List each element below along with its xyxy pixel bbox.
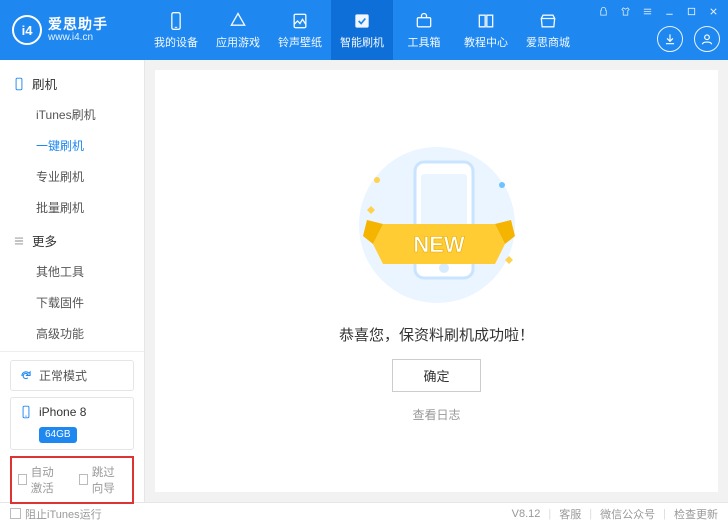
nav-label: 工具箱 [408,34,441,50]
sidebar: 刷机 iTunes刷机 一键刷机 专业刷机 批量刷机 更多 其他工具 下载固件 … [0,60,145,502]
checkbox-label: 阻止iTunes运行 [25,506,102,522]
phone-icon [166,11,186,31]
nav-label: 智能刷机 [340,34,384,50]
wechat-link[interactable]: 微信公众号 [600,506,655,522]
ok-button[interactable]: 确定 [392,359,480,392]
view-log-link[interactable]: 查看日志 [412,406,460,423]
close-icon[interactable] [706,4,720,18]
brand-logo-icon: i4 [12,15,42,45]
wallpaper-icon [290,11,310,31]
svg-text:NEW: NEW [413,232,465,257]
checkbox-skip-guide[interactable]: 跳过向导 [79,464,126,496]
result-panel: NEW 恭喜您，保资料刷机成功啦！ 确定 查看日志 [155,70,718,492]
device-name: iPhone 8 [39,404,86,421]
top-right [596,0,720,60]
nav-apps[interactable]: 应用游戏 [207,0,269,60]
top-nav: 我的设备 应用游戏 铃声壁纸 智能刷机 工具箱 教程中心 爱思商城 [145,0,579,60]
sidebar-item-advanced[interactable]: 高级功能 [0,318,144,349]
menu-icon[interactable] [640,4,654,18]
shop-icon [538,11,558,31]
nav-toolbox[interactable]: 工具箱 [393,0,455,60]
support-link[interactable]: 客服 [559,506,581,522]
device-phone-icon [19,405,33,419]
version-label: V8.12 [512,508,541,520]
brand-title: 爱思助手 [48,17,108,32]
device-block[interactable]: iPhone 8 64GB [10,397,134,450]
sidebar-item-pro-flash[interactable]: 专业刷机 [0,161,144,192]
nav-label: 铃声壁纸 [278,34,322,50]
nav-flash[interactable]: 智能刷机 [331,0,393,60]
nav-my-device[interactable]: 我的设备 [145,0,207,60]
user-icon [700,32,714,46]
mode-label: 正常模式 [39,367,87,384]
checkbox-icon [10,508,21,519]
skin-icon[interactable] [618,4,632,18]
topbar: i4 爱思助手 www.i4.cn 我的设备 应用游戏 铃声壁纸 智能刷机 工具… [0,0,728,60]
phone-outline-icon [12,77,26,91]
maximize-icon[interactable] [684,4,698,18]
account-button[interactable] [694,26,720,52]
main-area: NEW 恭喜您，保资料刷机成功啦！ 确定 查看日志 [145,60,728,502]
checkbox-icon [79,474,88,485]
checkbox-label: 跳过向导 [92,464,126,496]
minimize-icon[interactable] [662,4,676,18]
sidebar-item-other-tools[interactable]: 其他工具 [0,256,144,287]
storage-badge: 64GB [39,427,77,443]
sidebar-section-flash[interactable]: 刷机 [0,68,144,99]
nav-tutorials[interactable]: 教程中心 [455,0,517,60]
flash-icon [352,11,372,31]
success-message: 恭喜您，保资料刷机成功啦！ [339,324,534,345]
download-button[interactable] [657,26,683,52]
nav-ringtones[interactable]: 铃声壁纸 [269,0,331,60]
sidebar-item-itunes-flash[interactable]: iTunes刷机 [0,99,144,130]
sidebar-item-batch-flash[interactable]: 批量刷机 [0,192,144,223]
nav-shop[interactable]: 爱思商城 [517,0,579,60]
download-icon [663,32,677,46]
lock-icon[interactable] [596,4,610,18]
highlight-box: 自动激活 跳过向导 [10,456,134,504]
sidebar-item-download-firmware[interactable]: 下载固件 [0,287,144,318]
nav-label: 应用游戏 [216,34,260,50]
apps-icon [228,11,248,31]
brand: i4 爱思助手 www.i4.cn [0,15,145,45]
toolbox-icon [414,11,434,31]
nav-label: 教程中心 [464,34,508,50]
sidebar-section-title: 更多 [32,231,57,250]
checkbox-auto-activate[interactable]: 自动激活 [18,464,65,496]
book-icon [476,11,496,31]
window-controls [596,4,720,18]
sidebar-section-title: 刷机 [32,74,57,93]
nav-label: 爱思商城 [526,34,570,50]
menu-lines-icon [12,234,26,248]
sidebar-section-more[interactable]: 更多 [0,225,144,256]
success-illustration: NEW [327,140,547,310]
checkbox-block-itunes[interactable]: 阻止iTunes运行 [10,506,102,522]
sidebar-item-onekey-flash[interactable]: 一键刷机 [0,130,144,161]
refresh-icon [19,369,33,383]
check-update-link[interactable]: 检查更新 [674,506,718,522]
mode-indicator[interactable]: 正常模式 [10,360,134,391]
checkbox-label: 自动激活 [31,464,65,496]
nav-label: 我的设备 [154,34,198,50]
checkbox-icon [18,474,27,485]
brand-subtitle: www.i4.cn [48,32,108,43]
